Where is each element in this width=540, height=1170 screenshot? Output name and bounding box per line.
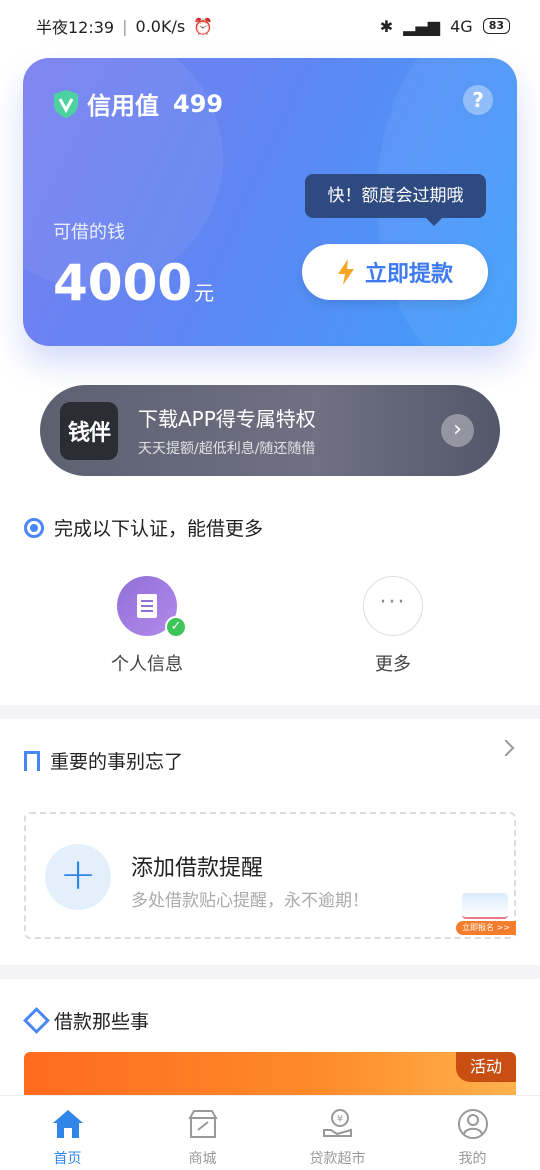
lightning-icon [337,259,354,285]
status-bar: 半夜12:39 | 0.0K/s ⏰ ✱ ▂▄▆ 4G 83 [0,0,540,52]
verify-personal-info[interactable]: ✓ 个人信息 [77,576,217,676]
verification-heading-text: 完成以下认证，能借更多 [54,518,264,540]
app-download-banner[interactable]: 钱伴 下载APP得专属特权 天天提额/超低利息/随还随借 › [40,385,500,476]
network-speed: 0.0K/s [135,16,186,36]
available-label: 可借的钱 [53,222,125,243]
battery-icon: 83 [482,18,510,34]
withdraw-label: 立即提款 [364,262,453,287]
help-icon[interactable]: ? [463,85,493,115]
amount-unit: 元 [194,281,215,305]
activity-tag: 活动 [456,1052,516,1082]
banner-title: 下载APP得专属特权 [138,407,316,431]
target-icon [24,517,44,538]
shield-v-icon [54,89,78,118]
layers-icon [24,1011,44,1031]
signup-tag[interactable]: 立即报名 >> [456,921,516,935]
credit-title: 信用值 499 [53,86,223,121]
credit-label: 信用值 [87,92,159,120]
bookmark-icon [24,750,40,775]
reminder-subtitle: 多处借款贴心提醒，永不逾期！ [131,891,369,911]
reminder-heading-text: 重要的事别忘了 [50,751,184,773]
section-divider [0,965,540,979]
bluetooth-icon: ✱ [379,16,394,36]
tab-label: 首页 [53,1151,82,1167]
banner-subtitle: 天天提额/超低利息/随还随借 [138,441,316,457]
promo-illustration [462,893,508,919]
reminder-heading: 重要的事别忘了 [24,747,184,775]
loans-heading: 借款那些事 [24,1007,149,1034]
verify-label: 更多 [375,654,411,675]
tab-label: 贷款超市 [309,1151,366,1167]
expiry-tooltip: 快！额度会过期哦 [305,174,486,226]
reminder-title: 添加借款提醒 [131,856,264,881]
credit-score: 499 [173,89,224,118]
verify-more[interactable]: ··· 更多 [323,576,463,676]
chevron-right-icon[interactable] [497,739,515,757]
tab-store[interactable]: 商城 [135,1096,270,1170]
svg-text:¥: ¥ [336,1114,342,1125]
alarm-icon: ⏰ [193,16,214,36]
tab-home[interactable]: 首页 [0,1096,135,1170]
withdraw-button[interactable]: 立即提款 [302,244,488,300]
profile-icon [457,1109,488,1139]
more-icon: ··· [363,576,423,636]
verify-label: 个人信息 [111,654,183,675]
loan-market-icon: ¥ [322,1109,352,1137]
tab-label: 商城 [188,1151,217,1167]
status-time: 半夜12:39 [36,18,115,37]
home-icon [52,1110,83,1138]
signal-icon: ▂▄▆ [403,16,441,36]
app-logo: 钱伴 [60,401,118,460]
check-icon: ✓ [165,616,187,638]
tab-loan-market[interactable]: ¥ 贷款超市 [270,1096,405,1170]
network-type: 4G [450,16,473,36]
tab-profile[interactable]: 我的 [405,1096,540,1170]
available-amount: 4000 元 [53,254,214,312]
amount-value: 4000 [53,254,193,312]
tab-label: 我的 [458,1151,487,1167]
loans-heading-text: 借款那些事 [54,1011,150,1033]
bottom-tab-bar: 首页 商城 ¥ 贷款超市 我的 [0,1095,540,1170]
section-divider [0,705,540,719]
verification-heading: 完成以下认证，能借更多 [24,514,263,541]
credit-card: 信用值 499 ? 可借的钱 4000 元 快！额度会过期哦 立即提款 [23,58,517,346]
chevron-right-icon[interactable]: › [441,414,474,447]
add-reminder-card[interactable]: + 添加借款提醒 多处借款贴心提醒，永不逾期！ 立即报名 >> [24,812,516,939]
store-icon [187,1110,218,1138]
document-icon: ✓ [117,576,187,638]
plus-icon[interactable]: + [45,844,111,910]
